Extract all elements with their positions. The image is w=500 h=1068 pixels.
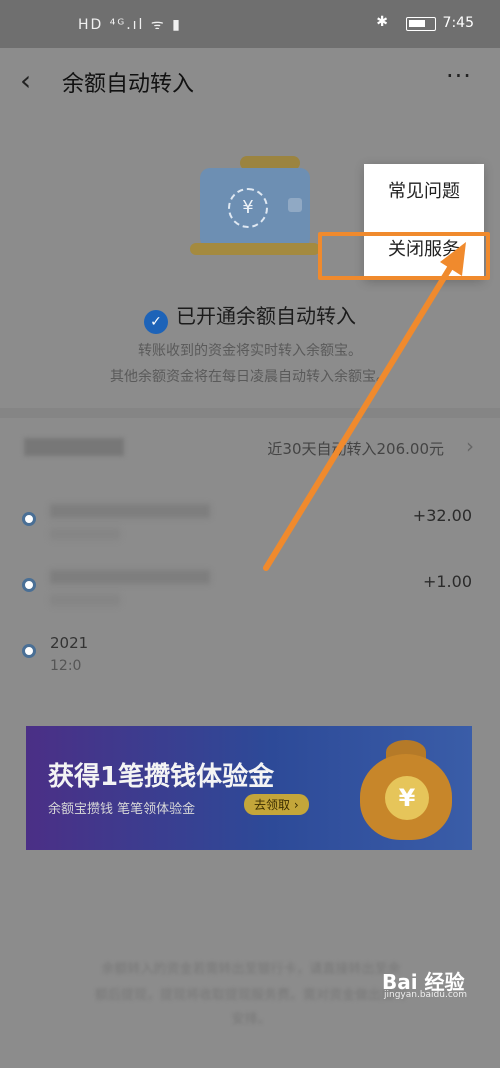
record-time: 12:0 <box>50 658 82 674</box>
highlight-box <box>318 232 490 280</box>
watermark-url: jingyan.baidu.com <box>384 990 468 1000</box>
service-desc-line1: 转账收到的资金将实时转入余额宝。 <box>138 343 362 359</box>
record-title-blurred <box>50 504 210 518</box>
status-bar: HD ⁴ᴳ.ıl ᯤ ▮ ✱ 7:45 <box>0 0 500 48</box>
page: ‹ 余额自动转入 ··· ¥ ✓ 已开通余额自动转入 转账收到的资金将实时转入余额… <box>0 48 500 1068</box>
service-status-text: 已开通余额自动转入 <box>176 304 356 328</box>
wallet-clasp <box>288 198 302 212</box>
yuan-coin-icon: ¥ <box>228 188 268 228</box>
back-icon[interactable]: ‹ <box>20 64 31 97</box>
bluetooth-icon: ✱ <box>376 14 388 30</box>
record-title-blurred <box>50 570 210 584</box>
baidu-jingyan-logo: Bai 经验 jingyan.baidu.com <box>382 966 467 1000</box>
record-amount: +32.00 <box>412 506 472 525</box>
check-icon: ✓ <box>144 310 168 334</box>
summary-label-blurred <box>24 438 124 456</box>
list-item[interactable]: 2021 12:0 <box>0 630 500 690</box>
record-date-blurred <box>50 594 120 606</box>
record-dot-icon <box>22 512 36 526</box>
wallet-icon: ¥ <box>200 168 310 248</box>
service-status: ✓ 已开通余额自动转入 <box>0 300 500 334</box>
record-dot-icon <box>22 578 36 592</box>
banner-title: 获得1笔攒钱体验金 <box>48 762 275 792</box>
money-bag-icon: ¥ <box>360 754 452 840</box>
battery-icon <box>406 17 436 31</box>
record-amount: +1.00 <box>422 572 472 591</box>
section-divider <box>0 408 500 418</box>
record-dot-icon <box>22 644 36 658</box>
list-item[interactable]: +1.00 <box>0 564 500 624</box>
chevron-right-icon: › <box>466 434 474 458</box>
service-desc-line2: 其他余额资金将在每日凌晨自动转入余额宝。 <box>110 369 390 385</box>
record-date: 2021 <box>50 634 89 652</box>
promo-banner[interactable]: 获得1笔攒钱体验金 余额宝攒钱 笔笔领体验金 去领取 › ¥ <box>26 726 472 850</box>
yen-icon: ¥ <box>385 776 429 820</box>
banner-subtitle: 余额宝攒钱 笔笔领体验金 <box>48 802 196 817</box>
record-date-blurred <box>50 528 120 540</box>
more-icon[interactable]: ··· <box>446 62 472 90</box>
summary-text: 近30天自动转入206.00元 <box>267 440 444 458</box>
transfer-summary[interactable]: 近30天自动转入206.00元 › <box>0 418 500 478</box>
footer-note-line3: 安排。 <box>231 1012 271 1027</box>
list-item[interactable]: +32.00 <box>0 498 500 558</box>
status-time: 7:45 <box>442 15 474 31</box>
coins-bottom <box>190 243 320 255</box>
nav-bar: ‹ 余额自动转入 ··· <box>0 48 500 112</box>
status-icons: HD ⁴ᴳ.ıl ᯤ ▮ <box>78 17 182 33</box>
page-title: 余额自动转入 <box>62 72 195 97</box>
banner-cta-button[interactable]: 去领取 › <box>244 794 309 815</box>
menu-item-faq[interactable]: 常见问题 <box>364 164 484 220</box>
